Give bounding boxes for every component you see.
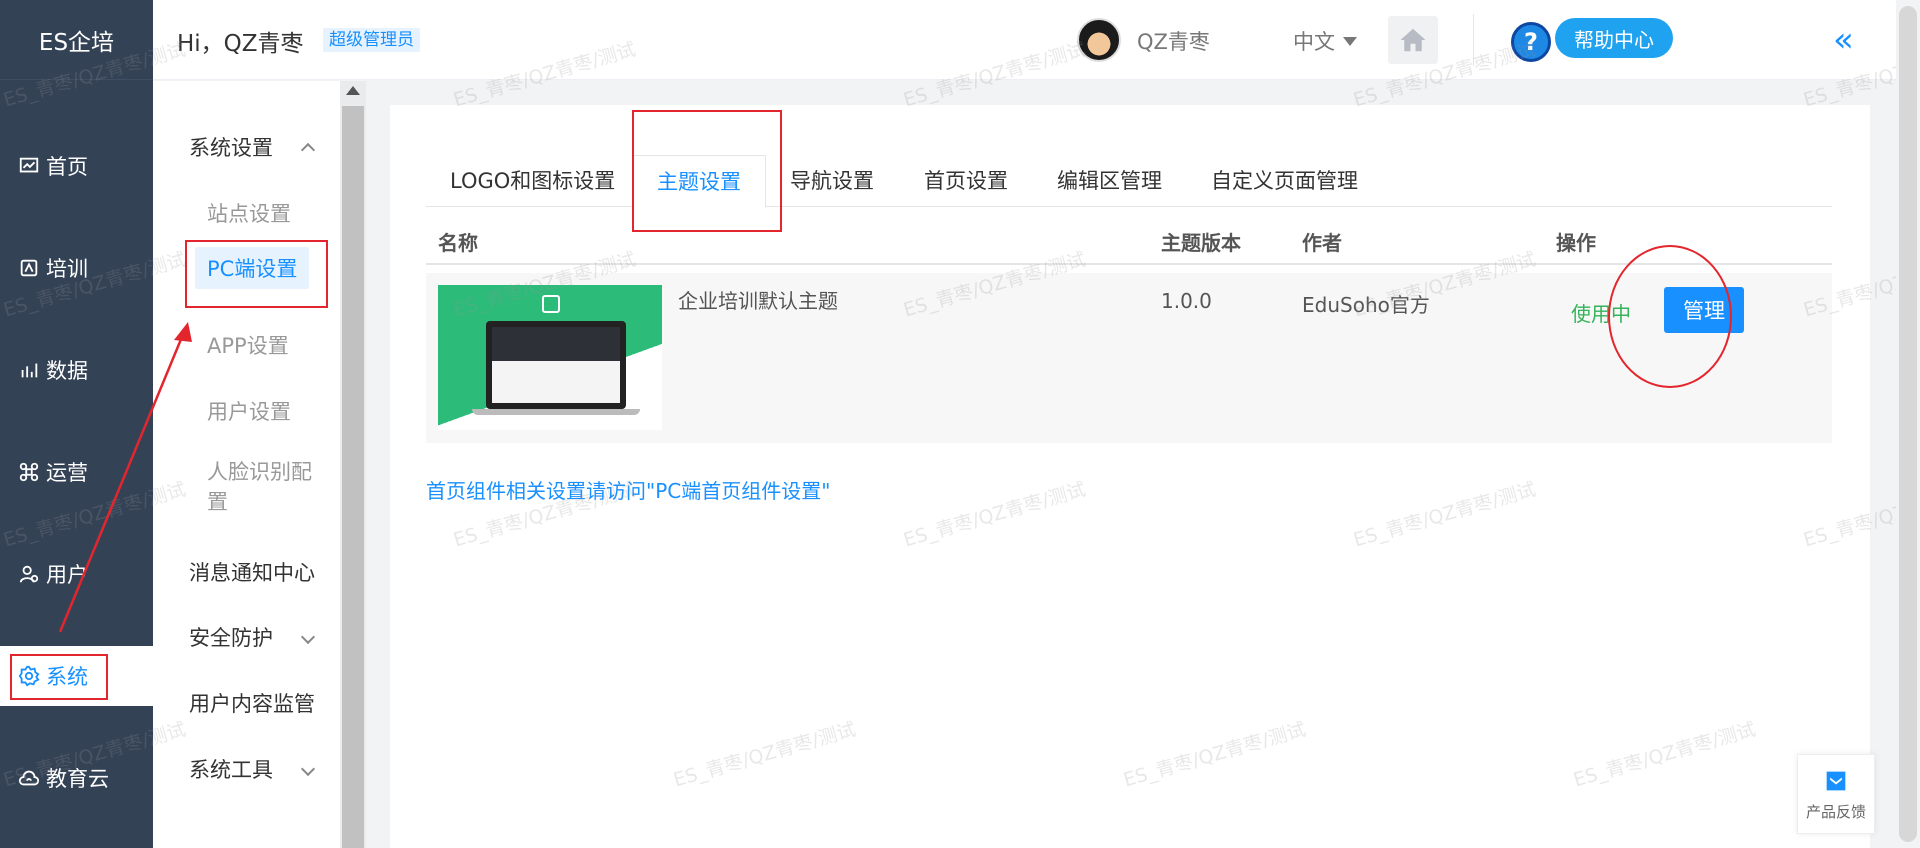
avatar[interactable]: [1077, 18, 1121, 62]
theme-version: 1.0.0: [1161, 289, 1212, 313]
tab-edit-area[interactable]: 编辑区管理: [1057, 155, 1162, 207]
nav-item-operations[interactable]: 运营: [0, 442, 153, 502]
annotation-circle-manage: [1608, 245, 1732, 388]
top-header: Hi，QZ青枣 超级管理员 QZ青枣 中文 ? 帮助中心 «: [153, 0, 1920, 80]
nav-item-label: 教育云: [46, 767, 109, 791]
tab-logo-icons[interactable]: LOGO和图标设置: [450, 155, 615, 207]
submenu-group-system-tools[interactable]: 系统工具: [189, 754, 329, 784]
submenu-item-site[interactable]: 站点设置: [207, 198, 291, 228]
tab-homepage[interactable]: 首页设置: [924, 155, 1008, 207]
submenu-item-app[interactable]: APP设置: [207, 330, 289, 360]
annotation-box-system-nav: [10, 654, 108, 700]
submenu-group-label: 安全防护: [189, 626, 273, 650]
help-icon[interactable]: ?: [1511, 22, 1551, 62]
tab-navigation[interactable]: 导航设置: [790, 155, 874, 207]
dashboard-icon: [16, 153, 42, 179]
theme-author: EduSoho官方: [1302, 293, 1430, 317]
help-center-button[interactable]: 帮助中心: [1555, 18, 1673, 58]
greeting: Hi，QZ青枣: [177, 31, 304, 57]
nav-item-label: 数据: [46, 359, 88, 383]
submenu-group-label: 消息通知中心: [189, 561, 315, 585]
column-header-version: 主题版本: [1161, 231, 1241, 255]
theme-thumbnail: [438, 285, 662, 430]
nav-item-data[interactable]: 数据: [0, 340, 153, 400]
column-header-author: 作者: [1302, 231, 1342, 255]
nav-item-label: 运营: [46, 461, 88, 485]
chevron-down-icon: [300, 629, 316, 645]
column-header-name: 名称: [438, 231, 478, 255]
chevron-down-icon: [300, 761, 316, 777]
user-icon: [16, 561, 42, 587]
feedback-label: 产品反馈: [1805, 802, 1866, 821]
header-divider: [1473, 14, 1474, 66]
chevron-up-icon: [300, 142, 316, 158]
submenu-scrollbar-thumb[interactable]: [342, 106, 364, 848]
home-button[interactable]: [1388, 16, 1438, 64]
nav-item-label: 培训: [46, 257, 88, 281]
nav-item-users[interactable]: 用户: [0, 544, 153, 604]
theme-name: 企业培训默认主题: [678, 289, 838, 313]
submenu-group-security[interactable]: 安全防护: [189, 622, 329, 652]
submenu-item-face-recognition[interactable]: 人脸识别配置: [207, 457, 327, 517]
submenu-group-system-settings[interactable]: 系统设置: [189, 132, 329, 162]
caret-down-icon: [1343, 36, 1357, 46]
column-header-action: 操作: [1556, 231, 1596, 255]
tab-custom-pages[interactable]: 自定义页面管理: [1211, 155, 1358, 207]
annotation-box-theme-tab: [632, 110, 782, 232]
nav-item-label: 用户: [46, 563, 88, 587]
language-value: 中文: [1293, 30, 1335, 54]
submenu-item-user[interactable]: 用户设置: [207, 396, 291, 426]
annotation-box-pc-settings: [185, 240, 328, 308]
nav-item-label: 首页: [46, 155, 88, 179]
collapse-sidebar-icon[interactable]: «: [1833, 20, 1854, 60]
inbox-icon: [1826, 771, 1846, 790]
pc-homepage-component-link[interactable]: 首页组件相关设置请访问"PC端首页组件设置": [426, 475, 830, 504]
main-nav: ES企培 首页 培训 数据 运营 用户 系统 教育云: [0, 0, 153, 848]
home-icon: [1400, 28, 1426, 52]
data-icon: [16, 357, 42, 383]
product-feedback-button[interactable]: 产品反馈: [1797, 754, 1875, 834]
submenu-group-label: 用户内容监管: [189, 692, 315, 716]
submenu-group-label: 系统设置: [189, 136, 273, 160]
main-panel: LOGO和图标设置 主题设置 导航设置 首页设置 编辑区管理 自定义页面管理 名…: [390, 105, 1870, 848]
operations-icon: [16, 459, 42, 485]
theme-logo-icon: [542, 295, 560, 313]
submenu-group-content-monitoring[interactable]: 用户内容监管: [189, 688, 329, 718]
cloud-icon: [16, 765, 42, 791]
brand-logo[interactable]: ES企培: [0, 0, 153, 80]
role-badge: 超级管理员: [323, 28, 420, 52]
training-icon: [16, 255, 42, 281]
nav-item-home[interactable]: 首页: [0, 136, 153, 196]
submenu-group-label: 系统工具: [189, 758, 273, 782]
username[interactable]: QZ青枣: [1137, 26, 1210, 56]
sub-menu: 系统设置 站点设置 PC端设置 APP设置 用户设置 人脸识别配置 消息通知中心…: [153, 81, 340, 848]
language-select[interactable]: 中文: [1293, 26, 1357, 56]
nav-item-edu-cloud[interactable]: 教育云: [0, 748, 153, 808]
scroll-up-icon[interactable]: [346, 86, 360, 95]
nav-item-training[interactable]: 培训: [0, 238, 153, 298]
page-scrollbar-thumb[interactable]: [1899, 6, 1917, 842]
submenu-group-notifications[interactable]: 消息通知中心: [189, 557, 329, 587]
